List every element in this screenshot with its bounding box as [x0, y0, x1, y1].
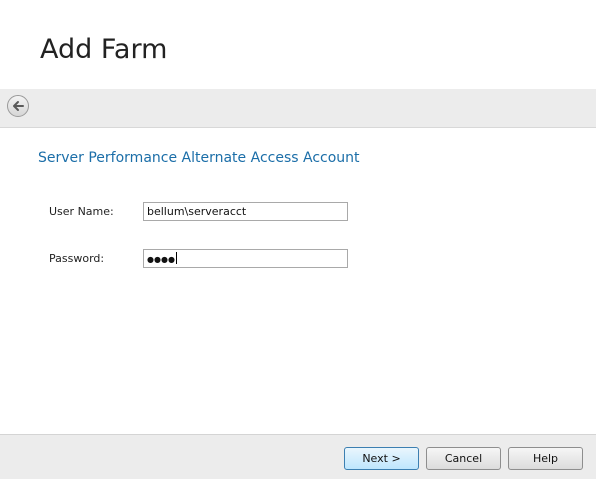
navigation-bar	[0, 89, 596, 128]
back-button[interactable]	[7, 95, 29, 117]
cancel-button[interactable]: Cancel	[426, 447, 501, 470]
password-label: Password:	[49, 252, 105, 265]
help-button[interactable]: Help	[508, 447, 583, 470]
back-arrow-icon	[13, 101, 24, 111]
password-value: ●●●●	[147, 255, 175, 264]
section-title: Server Performance Alternate Access Acco…	[38, 150, 360, 166]
username-label: User Name:	[49, 205, 114, 218]
password-field[interactable]: ●●●●	[143, 249, 348, 268]
footer-bar: Next > Cancel Help	[0, 434, 596, 479]
text-caret	[175, 252, 177, 264]
username-value: bellum\serveracct	[147, 205, 247, 218]
next-button[interactable]: Next >	[344, 447, 419, 470]
username-field[interactable]: bellum\serveracct	[143, 202, 348, 221]
page-title: Add Farm	[40, 34, 168, 65]
